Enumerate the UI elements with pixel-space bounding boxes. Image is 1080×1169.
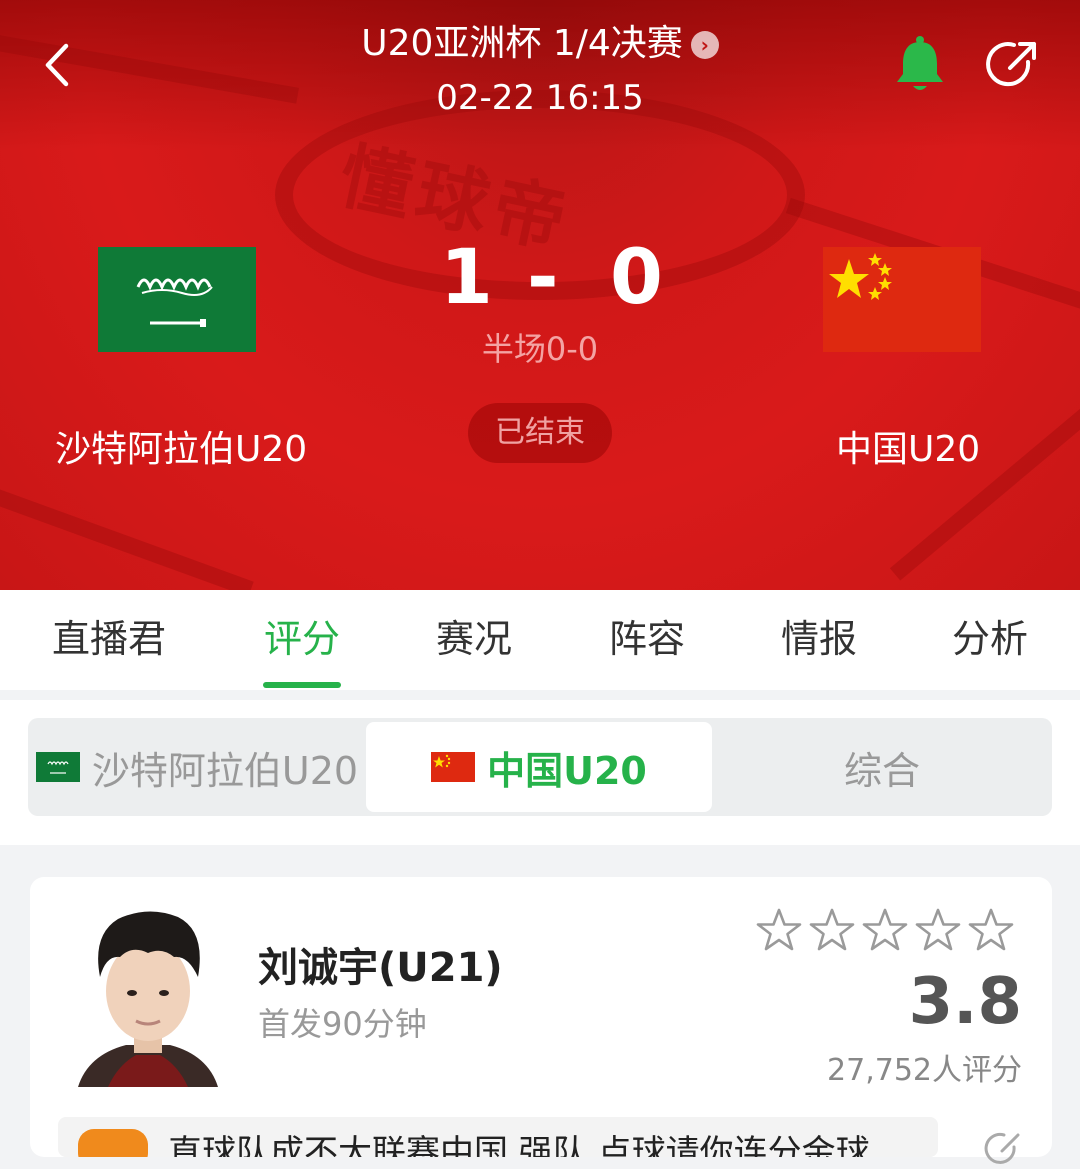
- away-team-name[interactable]: 中国U20: [836, 420, 980, 472]
- score-separator: -: [527, 232, 559, 321]
- switch-away-team[interactable]: 中国U20: [366, 722, 712, 812]
- star-outline-icon[interactable]: [756, 907, 802, 953]
- switch-overall[interactable]: 综合: [712, 718, 1052, 816]
- star-outline-icon[interactable]: [968, 907, 1014, 953]
- home-score: 1: [440, 232, 493, 321]
- tab-bar: 直播君 评分 赛况 阵容 情报 分析: [0, 590, 1080, 690]
- tab-ratings[interactable]: 评分: [264, 608, 340, 663]
- comment-badge: [78, 1129, 148, 1157]
- switch-home-label: 沙特阿拉伯U20: [91, 748, 359, 793]
- tab-lineup[interactable]: 阵容: [609, 608, 685, 663]
- player-photo: [78, 911, 218, 1087]
- comment-text: 直球队成不大联赛中国 强队 点球请你连分金球: [168, 1133, 870, 1157]
- tab-intel[interactable]: 情报: [781, 608, 857, 663]
- team-switch-section: 沙特阿拉伯U20 中国U20 综合: [0, 700, 1080, 845]
- player-rating-card[interactable]: 刘诚宇(U21) 首发90分钟 3.8 27,752人评分 直球队成不大联赛中国…: [30, 877, 1052, 1164]
- star-outline-icon[interactable]: [809, 907, 855, 953]
- tab-analysis[interactable]: 分析: [952, 608, 1028, 663]
- player-name: 刘诚宇(U21): [258, 945, 503, 991]
- player-rating-value: 3.8: [908, 965, 1022, 1039]
- switch-away-label: 中国U20: [487, 748, 647, 793]
- china-flag-icon: [431, 752, 476, 782]
- background-line: [889, 375, 1080, 581]
- match-header: 懂球帝 U20亚洲杯 1/4决赛 › 02-22 16:15 沙特阿拉伯U20 …: [0, 0, 1080, 590]
- match-status-badge: 已结束: [468, 403, 612, 463]
- tab-match-events[interactable]: 赛况: [436, 608, 512, 663]
- rating-count: 27,752人评分: [827, 1053, 1022, 1088]
- top-comment[interactable]: 直球队成不大联赛中国 强队 点球请你连分金球: [58, 1117, 938, 1157]
- away-score: 0: [610, 232, 663, 321]
- bell-icon: [897, 36, 943, 90]
- tab-live[interactable]: 直播君: [52, 608, 166, 663]
- switch-overall-label: 综合: [843, 748, 920, 793]
- team-switch: 沙特阿拉伯U20 中国U20 综合: [28, 718, 1052, 816]
- home-team-name[interactable]: 沙特阿拉伯U20: [55, 420, 307, 472]
- rating-stars[interactable]: [756, 907, 1021, 957]
- star-outline-icon[interactable]: [915, 907, 961, 953]
- background-line: [0, 479, 254, 590]
- share-button[interactable]: [984, 36, 1042, 94]
- bell-button[interactable]: [893, 34, 947, 94]
- switch-home-team[interactable]: 沙特阿拉伯U20: [28, 718, 366, 816]
- chevron-right-icon: ›: [690, 31, 719, 59]
- share-icon: [986, 42, 1036, 87]
- competition-label: U20亚洲杯 1/4决赛: [361, 23, 683, 64]
- halftime-score: 半场0-0: [481, 330, 599, 368]
- saudi-flag-icon: [35, 752, 80, 782]
- star-outline-icon[interactable]: [862, 907, 908, 953]
- player-avatar: [78, 905, 218, 1087]
- share-icon[interactable]: [984, 1129, 1024, 1169]
- active-tab-indicator: [263, 682, 341, 688]
- player-minutes: 首发90分钟: [258, 1005, 427, 1043]
